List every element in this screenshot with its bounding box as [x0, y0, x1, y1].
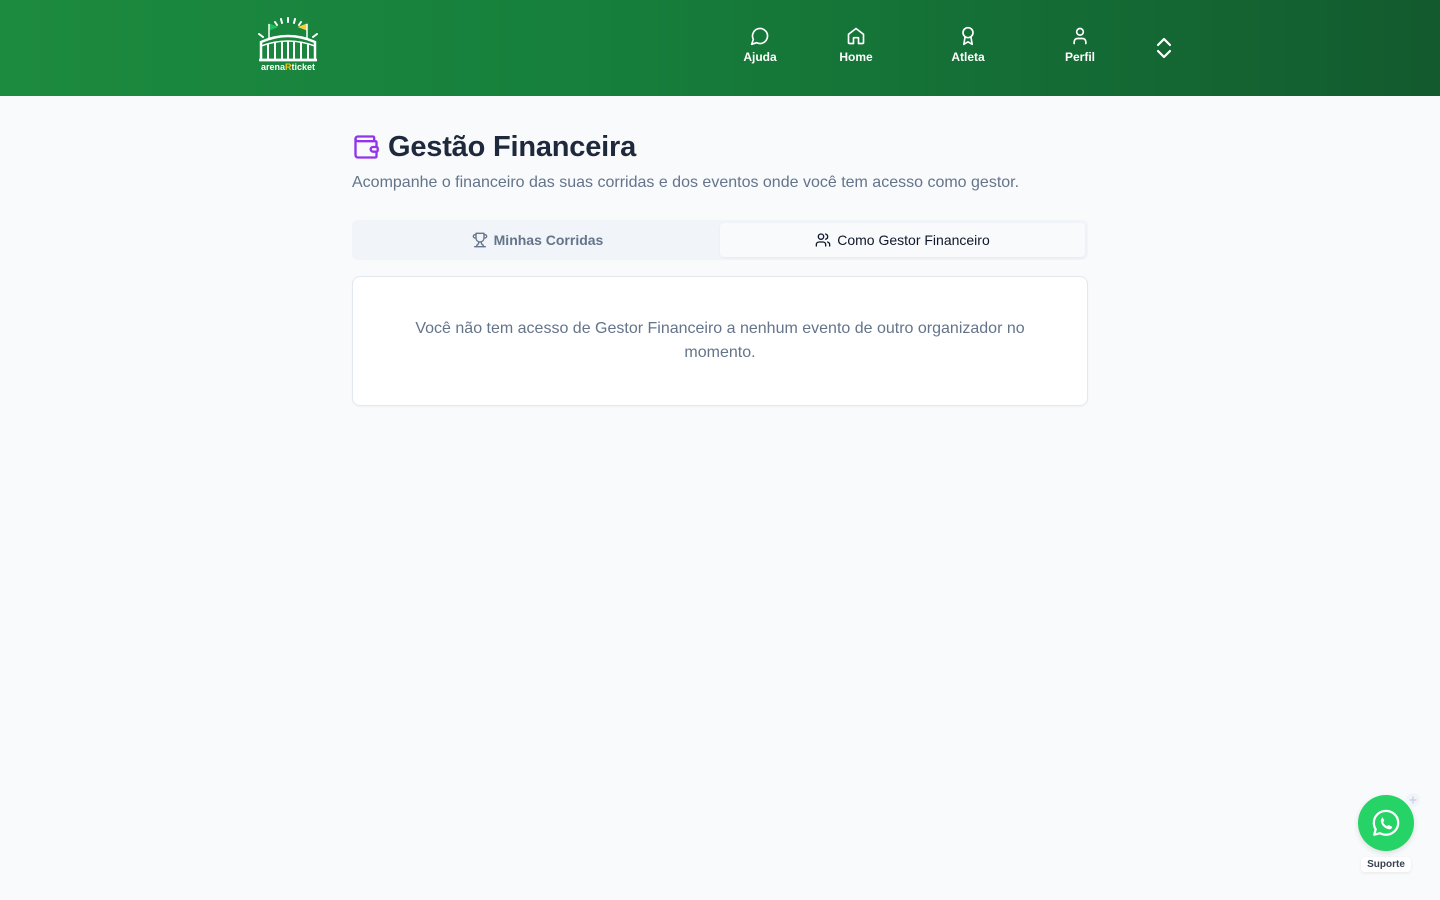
page-title: Gestão Financeira: [388, 130, 637, 163]
user-icon: [1073, 27, 1087, 45]
support-label: Suporte: [1361, 857, 1411, 872]
brand-name: arenaRticket: [261, 62, 315, 72]
tab-list: Minhas Corridas Como Gestor Financeiro: [352, 220, 1088, 260]
page-header: Gestão Financeira: [352, 130, 636, 164]
nav-menu-toggle[interactable]: [1150, 36, 1178, 60]
tab-minhas-corridas[interactable]: Minhas Corridas: [355, 223, 720, 257]
whatsapp-icon: [1372, 809, 1400, 836]
top-navbar: arenaRticket Ajuda Home Atleta Perfil: [0, 0, 1440, 96]
nav-item-atleta[interactable]: Atleta: [928, 26, 1008, 70]
award-icon: [962, 26, 974, 46]
page-subtitle: Acompanhe o financeiro das suas corridas…: [352, 174, 1020, 191]
nav-label-ajuda: Ajuda: [743, 50, 777, 64]
brand-name-prefix: arena: [260, 62, 285, 72]
home-icon: [847, 27, 865, 45]
nav-item-ajuda[interactable]: Ajuda: [720, 26, 800, 70]
wallet-icon: [354, 135, 379, 159]
trophy-icon: [472, 232, 487, 248]
nav-label-perfil: Perfil: [1064, 50, 1095, 64]
brand-name-suffix: ticket: [291, 62, 316, 72]
chevrons-up-down-icon: [1156, 37, 1172, 59]
tab-label-como-gestor-financeiro: Como Gestor Financeiro: [837, 232, 990, 248]
empty-state-card: Você não tem acesso de Gestor Financeiro…: [352, 276, 1088, 406]
nav-item-perfil[interactable]: Perfil: [1040, 26, 1120, 70]
whatsapp-support-button[interactable]: [1358, 793, 1420, 851]
tab-como-gestor-financeiro[interactable]: Como Gestor Financeiro: [720, 223, 1085, 257]
brand-logo[interactable]: arenaRticket: [254, 16, 322, 76]
tab-label-minhas-corridas: Minhas Corridas: [493, 232, 604, 248]
nav-label-atleta: Atleta: [951, 50, 985, 64]
empty-state-message: Você não tem acesso de Gestor Financeiro…: [415, 320, 1025, 361]
stadium-logo-icon: [258, 17, 318, 62]
close-icon: [1409, 796, 1417, 804]
support-widget: Suporte: [1358, 793, 1420, 872]
nav-label-home: Home: [839, 50, 873, 64]
support-close-button[interactable]: [1406, 793, 1420, 807]
message-circle-icon: [750, 27, 769, 46]
users-icon: [815, 233, 831, 247]
nav-item-home[interactable]: Home: [816, 26, 896, 70]
